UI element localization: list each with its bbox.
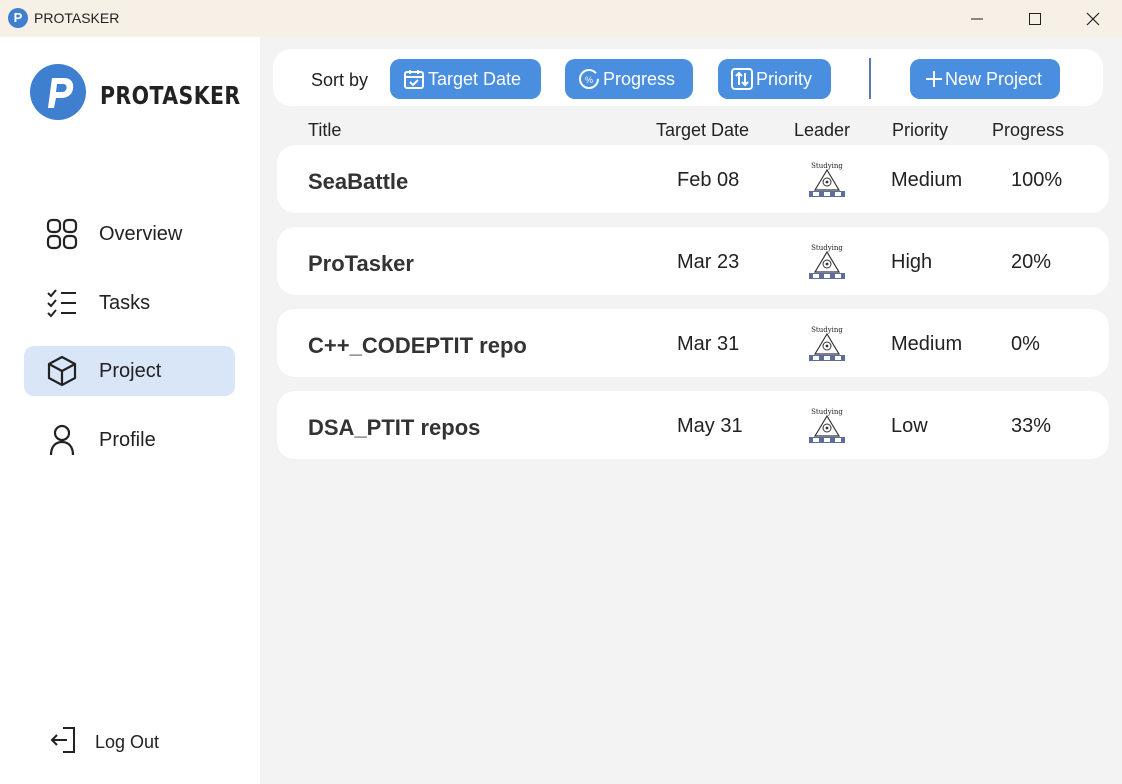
svg-text:%: % bbox=[585, 75, 593, 85]
close-icon bbox=[1086, 12, 1100, 26]
column-header-target-date: Target Date bbox=[656, 120, 750, 140]
logout-icon bbox=[50, 727, 75, 753]
column-header-leader: Leader bbox=[794, 120, 851, 140]
sidebar-item-label: Profile bbox=[99, 429, 156, 451]
svg-text:Studying: Studying bbox=[811, 408, 843, 416]
minimize-icon bbox=[971, 18, 983, 20]
sidebar: PROTASKER Overview Tasks Project Profile… bbox=[0, 37, 260, 784]
project-row[interactable]: DSA_PTIT repos May 31 Studying Low 33% bbox=[277, 391, 1109, 459]
protasker-logo-icon bbox=[30, 64, 86, 120]
project-priority: High bbox=[891, 251, 933, 273]
progress-icon: % bbox=[579, 69, 599, 89]
project-title: DSA_PTIT repos bbox=[308, 415, 481, 440]
sort-arrows-icon bbox=[731, 68, 753, 90]
new-project-button[interactable]: New Project bbox=[910, 59, 1060, 99]
user-icon bbox=[49, 424, 75, 456]
logo-text: PROTASKER bbox=[100, 81, 241, 110]
sidebar-item-label: Tasks bbox=[99, 292, 151, 314]
sort-target-date-label: Target Date bbox=[428, 69, 522, 89]
sort-progress-label: Progress bbox=[603, 69, 676, 89]
column-header-progress: Progress bbox=[992, 120, 1065, 140]
project-progress: 33% bbox=[1011, 415, 1052, 437]
column-header-title: Title bbox=[308, 120, 342, 140]
project-row[interactable]: ProTasker Mar 23 Studying High 20% bbox=[277, 227, 1109, 295]
project-priority: Low bbox=[891, 415, 928, 437]
calendar-icon bbox=[404, 70, 424, 89]
app-icon: P bbox=[8, 8, 28, 28]
new-project-label: New Project bbox=[945, 69, 1043, 89]
sidebar-item-label: Project bbox=[99, 360, 162, 382]
grid-icon bbox=[46, 218, 78, 250]
logout-label: Log Out bbox=[95, 732, 160, 752]
logout-button[interactable]: Log Out bbox=[48, 724, 208, 758]
svg-text:Studying: Studying bbox=[811, 326, 843, 334]
sidebar-item-tasks[interactable]: Tasks bbox=[24, 278, 235, 328]
sort-toolbar: Sort by Target Date % Progress Priority … bbox=[273, 49, 1103, 106]
leader-avatar: Studying bbox=[809, 408, 845, 443]
leader-avatar: Studying bbox=[809, 162, 845, 197]
close-button[interactable] bbox=[1064, 0, 1122, 37]
project-title: SeaBattle bbox=[308, 169, 409, 194]
plus-icon bbox=[926, 71, 942, 87]
leader-avatar: Studying bbox=[809, 326, 845, 361]
maximize-icon bbox=[1029, 13, 1041, 25]
sort-target-date-button[interactable]: Target Date bbox=[390, 59, 541, 99]
project-target-date: May 31 bbox=[677, 415, 743, 437]
minimize-button[interactable] bbox=[948, 0, 1006, 37]
sort-by-label: Sort by bbox=[311, 70, 369, 90]
main-content: Sort by Target Date % Progress Priority … bbox=[260, 37, 1122, 784]
column-header-priority: Priority bbox=[892, 120, 949, 140]
svg-text:Studying: Studying bbox=[811, 162, 843, 170]
project-target-date: Feb 08 bbox=[677, 169, 740, 191]
checklist-icon bbox=[47, 289, 76, 318]
sort-priority-label: Priority bbox=[756, 69, 813, 89]
sidebar-item-label: Overview bbox=[99, 223, 183, 245]
sidebar-item-overview[interactable]: Overview bbox=[24, 209, 235, 259]
project-progress: 20% bbox=[1011, 251, 1052, 273]
project-progress: 0% bbox=[1011, 333, 1040, 355]
project-target-date: Mar 31 bbox=[677, 333, 740, 355]
project-title: ProTasker bbox=[308, 251, 414, 276]
sidebar-item-profile[interactable]: Profile bbox=[24, 415, 235, 465]
project-priority: Medium bbox=[891, 169, 963, 191]
project-title: C++_CODEPTIT repo bbox=[308, 333, 527, 358]
title-bar: P PROTASKER bbox=[0, 0, 1122, 37]
svg-text:Studying: Studying bbox=[811, 244, 843, 252]
toolbar-divider bbox=[869, 58, 871, 99]
cube-icon bbox=[47, 355, 77, 387]
project-row[interactable]: C++_CODEPTIT repo Mar 31 Studying Medium… bbox=[277, 309, 1109, 377]
project-row[interactable]: SeaBattle Feb 08 Studying Medium 100% bbox=[277, 145, 1109, 213]
window-title: PROTASKER bbox=[34, 10, 120, 26]
sort-priority-button[interactable]: Priority bbox=[718, 59, 831, 99]
project-priority: Medium bbox=[891, 333, 963, 355]
project-progress: 100% bbox=[1011, 169, 1063, 191]
sidebar-item-project[interactable]: Project bbox=[24, 346, 235, 396]
maximize-button[interactable] bbox=[1006, 0, 1064, 37]
sort-progress-button[interactable]: % Progress bbox=[565, 59, 693, 99]
leader-avatar: Studying bbox=[809, 244, 845, 279]
project-target-date: Mar 23 bbox=[677, 251, 740, 273]
